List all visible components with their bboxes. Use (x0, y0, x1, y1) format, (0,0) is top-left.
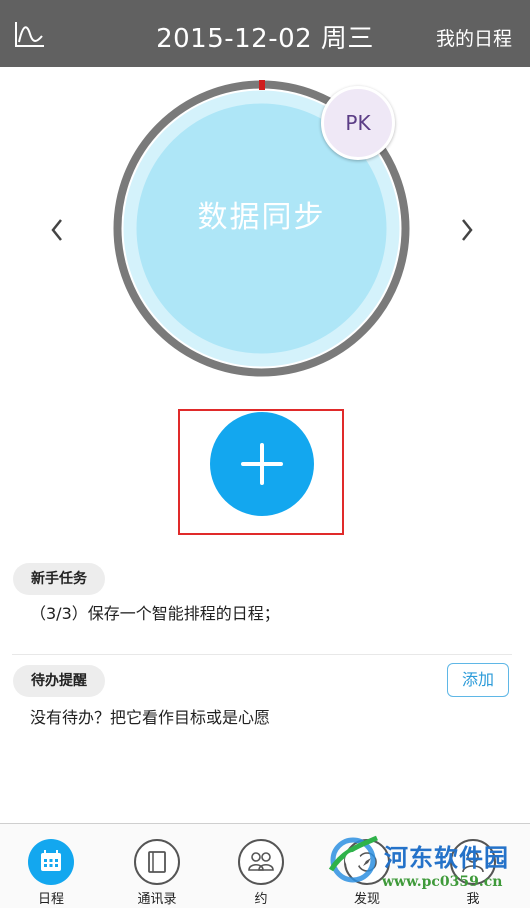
todo-empty-text: 没有待办？把它看作目标或是心愿 (30, 708, 271, 727)
contacts-book-icon (134, 839, 180, 885)
newbie-task-text[interactable]: （3/3）保存一个智能排程的日程； (30, 600, 280, 624)
add-todo-button[interactable]: 添加 (447, 663, 509, 697)
section-divider (12, 654, 512, 655)
nav-item-contacts[interactable]: 通讯录 (112, 824, 202, 908)
pk-badge[interactable]: PK (321, 86, 395, 160)
nav-label-meetup: 约 (254, 892, 268, 907)
nav-item-schedule[interactable]: 日程 (6, 824, 96, 908)
nav-label-schedule: 日程 (37, 892, 64, 907)
nav-label-contacts: 通讯录 (137, 892, 177, 907)
sync-button-label: 数据同步 (197, 200, 326, 235)
todo-reminder-tag: 待办提醒 (13, 665, 105, 697)
watermark-url: www.pc0359.cn (382, 874, 503, 890)
watermark-logo-icon (328, 835, 378, 883)
newbie-task-tag: 新手任务 (13, 563, 105, 595)
nav-item-meetup[interactable]: 约 (216, 824, 306, 908)
chevron-left-icon[interactable] (42, 210, 72, 250)
chevron-right-icon[interactable] (452, 210, 482, 250)
watermark: 河东软件园 www.pc0359.cn (325, 830, 525, 907)
top-bar: 2015-12-02 周三 我的日程 (0, 0, 530, 67)
plus-icon (241, 443, 283, 485)
add-schedule-button[interactable] (210, 412, 314, 516)
watermark-name: 河东软件园 (384, 843, 509, 872)
calendar-icon (28, 839, 74, 885)
my-schedule-link[interactable]: 我的日程 (436, 24, 512, 51)
people-icon (238, 839, 284, 885)
